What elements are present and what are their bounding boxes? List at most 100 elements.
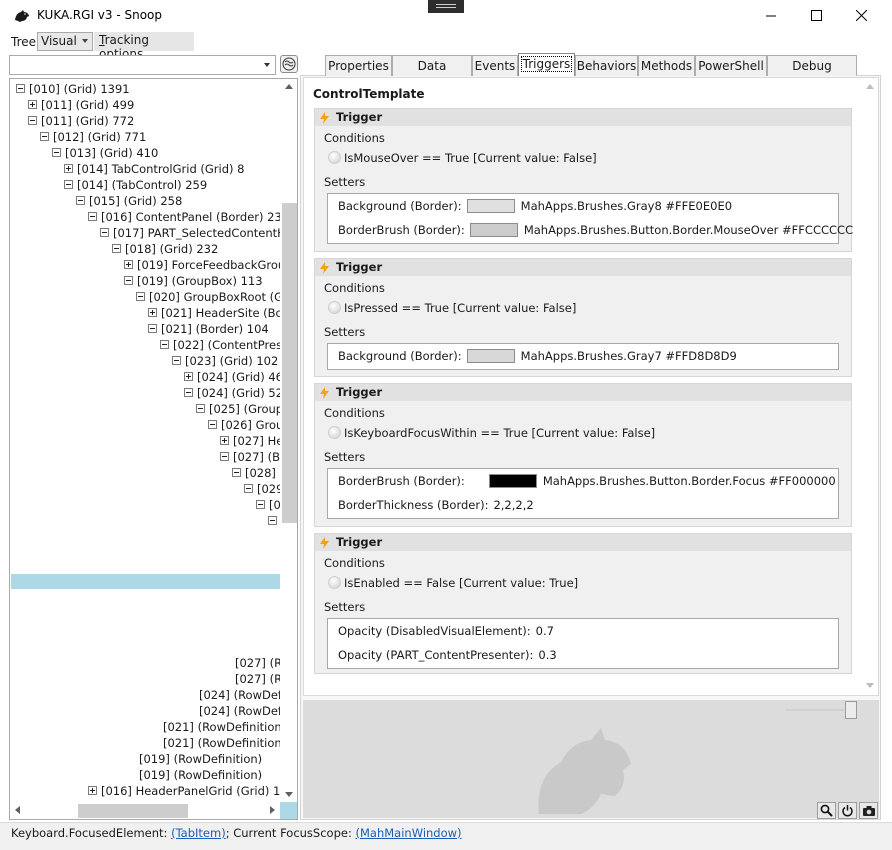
collapse-icon[interactable]: [220, 452, 229, 461]
tree-row[interactable]: [021] (RowDefinition): [163, 719, 286, 735]
collapse-icon[interactable]: [100, 228, 109, 237]
tree-row[interactable]: [021] HeaderSite (Border: [148, 305, 297, 321]
tree-row[interactable]: [027] (B: [220, 449, 280, 465]
tree-row[interactable]: [024] (Grid) 52: [184, 385, 283, 401]
scroll-up-icon[interactable]: [866, 84, 874, 89]
expand-icon[interactable]: [148, 308, 157, 317]
tree-row[interactable]: [026] Grou: [208, 417, 283, 433]
collapse-icon[interactable]: [256, 500, 265, 509]
tree-row[interactable]: [019] (RowDefinition): [139, 751, 262, 767]
tab-events[interactable]: Events: [472, 55, 518, 76]
expand-icon[interactable]: [184, 372, 193, 381]
expand-icon[interactable]: [88, 786, 97, 795]
tree-row[interactable]: [029: [244, 481, 283, 497]
focused-element-link[interactable]: (TabItem): [171, 826, 226, 840]
tree-row[interactable]: [027] (R: [235, 655, 282, 671]
collapse-icon[interactable]: [76, 196, 85, 205]
tree-row[interactable]: [016] HeaderPanelGrid (Grid) 18: [88, 783, 288, 799]
tree-row[interactable]: [011] (Grid) 772: [28, 113, 134, 129]
tree-row[interactable]: [021] (Border) 104: [148, 321, 269, 337]
scroll-up-icon[interactable]: [285, 84, 293, 89]
tree-row[interactable]: [014] (TabControl) 259: [64, 177, 207, 193]
tab-behaviors[interactable]: Behaviors: [575, 55, 638, 76]
collapse-icon[interactable]: [184, 388, 193, 397]
tree-row[interactable]: [027] He: [220, 433, 283, 449]
tree-row[interactable]: [023] (Grid) 102: [172, 353, 278, 369]
tree-row[interactable]: [027] (R: [235, 671, 282, 687]
triggers-scrollbar[interactable]: [862, 80, 878, 692]
tab-properties[interactable]: Properties: [325, 55, 392, 76]
collapse-icon[interactable]: [160, 340, 169, 349]
tree-row[interactable]: [024] (RowDefi: [199, 703, 285, 719]
collapse-icon[interactable]: [148, 324, 157, 333]
tree-row[interactable]: [020] GroupBoxRoot (Grid: [136, 289, 297, 305]
tree-mode-select[interactable]: Visual: [37, 32, 93, 51]
collapse-icon[interactable]: [40, 132, 49, 141]
tracking-options-button[interactable]: Tracking options: [94, 32, 194, 61]
collapse-icon[interactable]: [172, 356, 181, 365]
expand-icon[interactable]: [220, 436, 229, 445]
tree-row[interactable]: [0: [256, 497, 281, 513]
tree-vertical-scrollbar[interactable]: [280, 79, 297, 802]
minimize-button[interactable]: [748, 0, 794, 31]
power-button[interactable]: [838, 802, 857, 819]
tree-row[interactable]: [010] (Grid) 1391: [16, 81, 130, 97]
tree-row[interactable]: [015] (Grid) 258: [76, 193, 182, 209]
tree-filter-combo[interactable]: [9, 55, 276, 75]
tree-row[interactable]: [017] PART_SelectedContentHost: [100, 225, 297, 241]
tree-row[interactable]: [012] (Grid) 771: [40, 129, 146, 145]
collapse-icon[interactable]: [268, 516, 277, 525]
collapse-icon[interactable]: [244, 484, 253, 493]
scroll-right-icon[interactable]: [270, 806, 275, 814]
collapse-icon[interactable]: [88, 212, 97, 221]
tree-row[interactable]: [014] TabControlGrid (Grid) 8: [64, 161, 245, 177]
expand-icon[interactable]: [28, 100, 37, 109]
tree-row[interactable]: [018] (Grid) 232: [112, 241, 218, 257]
expand-icon[interactable]: [124, 260, 133, 269]
collapse-icon[interactable]: [136, 292, 145, 301]
trigger-header[interactable]: Trigger: [315, 259, 851, 276]
collapse-icon[interactable]: [52, 148, 61, 157]
scroll-thumb[interactable]: [78, 804, 188, 818]
scroll-down-icon[interactable]: [866, 683, 874, 688]
tree-row[interactable]: [025] (Group: [196, 401, 283, 417]
filter-button[interactable]: [280, 55, 298, 73]
tab-triggers[interactable]: Triggers: [518, 53, 575, 76]
trigger-header[interactable]: Trigger: [315, 534, 851, 551]
tree-row[interactable]: [011] (Grid) 499: [28, 97, 134, 113]
tree-row[interactable]: [019] (RowDefinition): [139, 767, 262, 783]
selected-tree-row[interactable]: [11, 574, 280, 589]
tree-row[interactable]: [019] (GroupBox) 113: [124, 273, 263, 289]
collapse-icon[interactable]: [196, 404, 205, 413]
zoom-slider-thumb[interactable]: [845, 701, 857, 719]
collapse-icon[interactable]: [208, 420, 217, 429]
tree-row[interactable]: [022] (ContentPrese: [160, 337, 289, 353]
tab-powershell[interactable]: PowerShell: [695, 55, 767, 76]
title-bar[interactable]: KUKA.RGI v3 - Snoop: [0, 0, 892, 32]
tree-row[interactable]: [024] (Grid) 46: [184, 369, 283, 385]
tab-methods[interactable]: Methods: [638, 55, 695, 76]
zoom-button[interactable]: [817, 802, 836, 819]
maximize-button[interactable]: [793, 0, 839, 31]
zoom-slider-track[interactable]: [786, 709, 844, 711]
tree-row[interactable]: [028]: [232, 465, 276, 481]
scroll-left-icon[interactable]: [15, 806, 20, 814]
drag-grip[interactable]: [428, 0, 464, 13]
tree-row[interactable]: [013] (Grid) 410: [52, 145, 158, 161]
tree-row[interactable]: [019] ForceFeedbackGroup: [124, 257, 292, 273]
focus-scope-link[interactable]: (MahMainWindow): [356, 826, 462, 840]
collapse-icon[interactable]: [28, 116, 37, 125]
tree-row[interactable]: [016] ContentPanel (Border) 234: [88, 209, 289, 225]
tree-row[interactable]: [021] (RowDefinition): [163, 735, 286, 751]
visual-tree[interactable]: [010] (Grid) 1391 [011] (Grid) 499 [011] (…: [9, 78, 298, 820]
collapse-icon[interactable]: [16, 84, 25, 93]
collapse-icon[interactable]: [64, 180, 73, 189]
screenshot-button[interactable]: [859, 802, 878, 819]
expand-icon[interactable]: [64, 164, 73, 173]
collapse-icon[interactable]: [112, 244, 121, 253]
close-button[interactable]: [838, 0, 884, 31]
scroll-down-icon[interactable]: [285, 792, 293, 797]
tab-data-context[interactable]: Data Context: [392, 55, 472, 93]
tab-debug-listener[interactable]: Debug Listener: [767, 55, 857, 93]
tree-row[interactable]: [024] (RowDefi: [199, 687, 285, 703]
